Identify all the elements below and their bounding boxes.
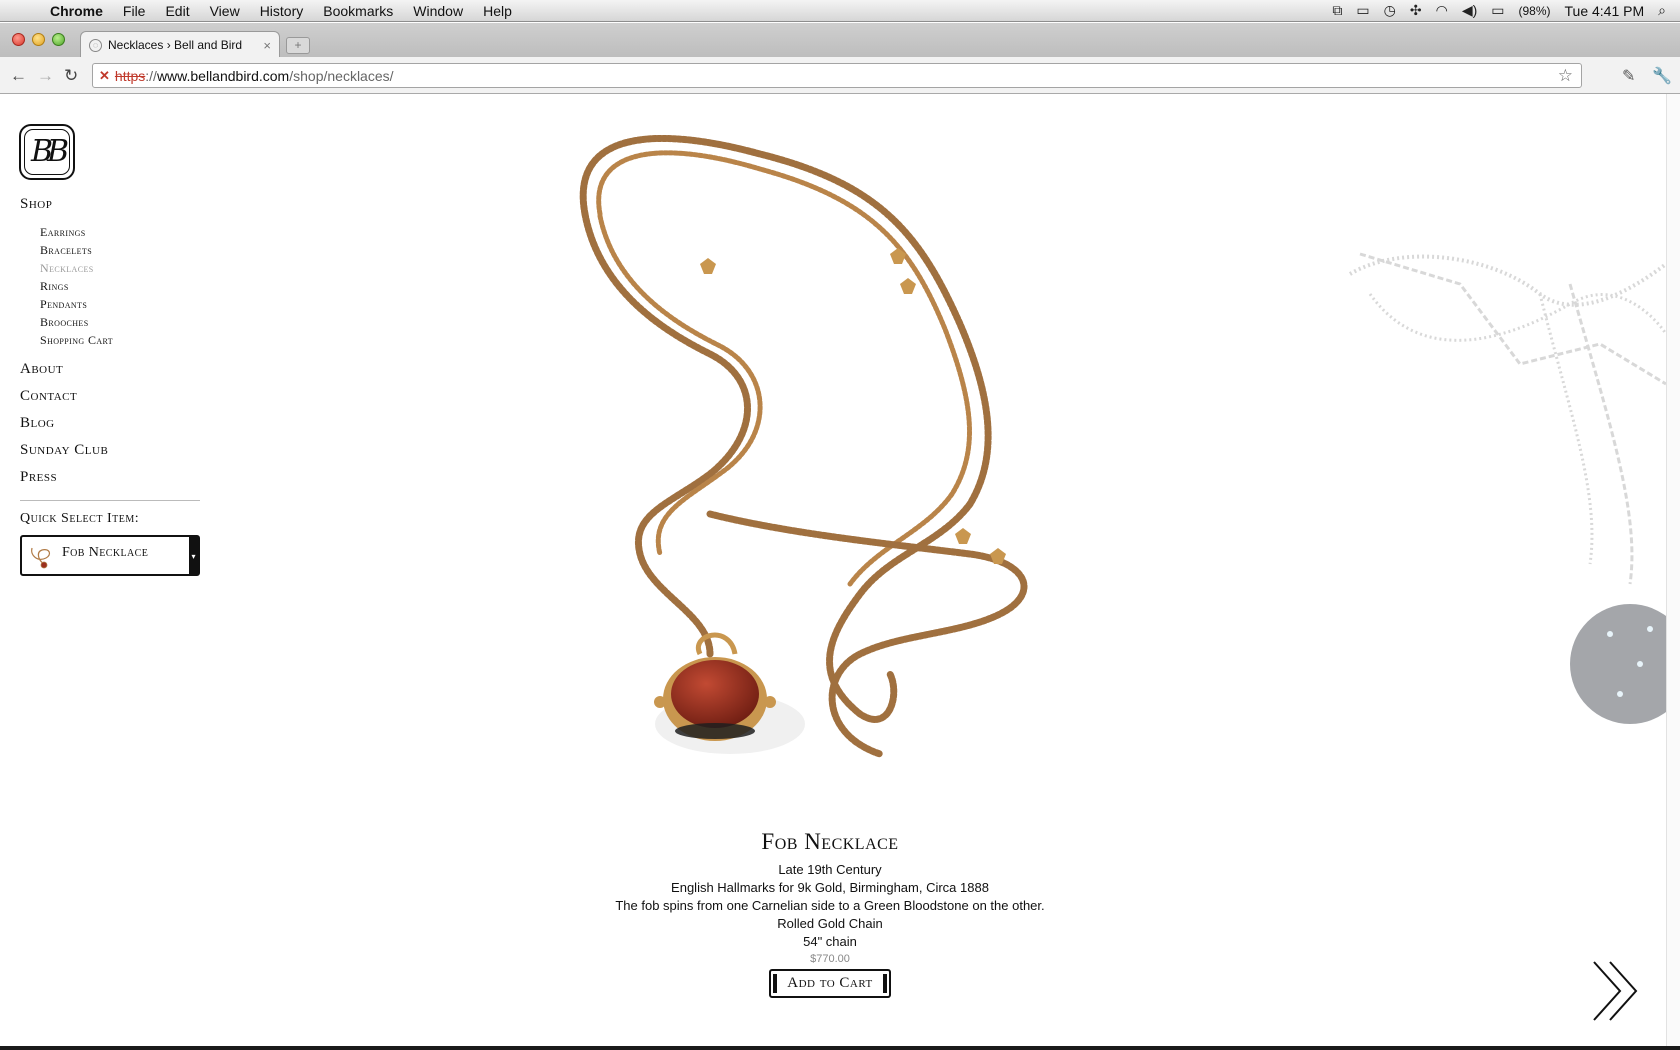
url-separator: :// xyxy=(145,67,157,84)
active-tab[interactable]: ◌ Necklaces › Bell and Bird × xyxy=(80,31,280,58)
zoom-window-button[interactable] xyxy=(52,33,65,46)
product-title: Fob Necklace xyxy=(761,829,899,854)
battery-icon[interactable]: ▭ xyxy=(1491,2,1504,19)
bluetooth-icon[interactable]: ✣ xyxy=(1410,2,1422,19)
wrench-icon[interactable]: 🔧 xyxy=(1652,66,1672,86)
display-icon[interactable]: ▭ xyxy=(1356,2,1369,19)
next-chevron-icon[interactable] xyxy=(1590,960,1644,1022)
nav-earrings[interactable]: Earrings xyxy=(40,225,200,243)
url-domain: www.bellandbird.com xyxy=(156,67,290,84)
quick-select-value: Fob Necklace xyxy=(62,545,149,560)
url-path: /shop/necklaces/ xyxy=(289,67,394,84)
menu-history[interactable]: History xyxy=(250,3,314,19)
address-bar[interactable]: ✕ https :// www.bellandbird.com /shop/ne… xyxy=(92,63,1582,88)
new-tab-button[interactable]: + xyxy=(286,37,310,54)
site-logo[interactable]: BB xyxy=(19,124,75,180)
shop-submenu: Earrings Bracelets Necklaces Rings Penda… xyxy=(40,225,200,351)
menu-bookmarks[interactable]: Bookmarks xyxy=(313,3,403,19)
back-arrow-icon[interactable]: ← xyxy=(10,66,27,86)
add-to-cart-button[interactable]: Add to Cart xyxy=(769,969,891,998)
nav-press[interactable]: Press xyxy=(20,469,200,496)
nav-shopping-cart[interactable]: Shopping Cart xyxy=(40,333,200,351)
battery-percent: (98%) xyxy=(1518,3,1551,18)
nav-divider xyxy=(20,500,200,501)
nav-necklaces[interactable]: Necklaces xyxy=(40,261,200,279)
window-bottom-edge xyxy=(0,1046,1680,1050)
menu-view[interactable]: View xyxy=(200,3,250,19)
nav-sunday-club[interactable]: Sunday Club xyxy=(20,442,200,469)
product-image[interactable] xyxy=(560,114,1080,804)
menu-file[interactable]: File xyxy=(113,3,156,19)
nav-shop[interactable]: Shop xyxy=(20,196,200,213)
product-info: Fob Necklace Late 19th Century English H… xyxy=(560,829,1100,998)
clock[interactable]: Tue 4:41 PM xyxy=(1565,3,1645,19)
time-machine-icon[interactable]: ◷ xyxy=(1384,2,1396,19)
page-content: BB Shop Earrings Bracelets Necklaces Rin… xyxy=(0,94,1666,1046)
nav-contact[interactable]: Contact xyxy=(20,388,200,415)
nav-about[interactable]: About xyxy=(20,361,200,388)
main-menu: About Contact Blog Sunday Club Press xyxy=(20,361,200,496)
globe-icon: ◌ xyxy=(89,38,102,52)
description-line: 54" chain xyxy=(803,934,857,949)
nav-rings[interactable]: Rings xyxy=(40,279,200,297)
tab-strip: ◌ Necklaces › Bell and Bird × + xyxy=(0,23,1680,58)
menu-help[interactable]: Help xyxy=(473,3,522,19)
nav-brooches[interactable]: Brooches xyxy=(40,315,200,333)
url-scheme: https xyxy=(114,67,146,84)
nav-blog[interactable]: Blog xyxy=(20,415,200,442)
logo-monogram: BB xyxy=(30,134,69,169)
quick-select-label: Quick Select Item: xyxy=(20,511,140,526)
dropbox-icon[interactable]: ⧉ xyxy=(1332,2,1342,19)
description-line: Late 19th Century xyxy=(778,862,882,877)
bookmark-star-icon[interactable]: ☆ xyxy=(1558,66,1573,86)
tab-title: Necklaces › Bell and Bird xyxy=(108,38,243,52)
nav-bracelets[interactable]: Bracelets xyxy=(40,243,200,261)
forward-arrow-icon[interactable]: → xyxy=(37,66,54,86)
quick-select-dropdown[interactable]: Fob Necklace ▾ xyxy=(20,535,200,576)
minimize-window-button[interactable] xyxy=(32,33,45,46)
volume-icon[interactable]: ◀) xyxy=(1462,2,1477,19)
nav-pendants[interactable]: Pendants xyxy=(40,297,200,315)
menu-edit[interactable]: Edit xyxy=(155,3,199,19)
insecure-lock-icon[interactable]: ✕ xyxy=(99,68,110,84)
close-tab-icon[interactable]: × xyxy=(263,38,271,53)
menu-app-name[interactable]: Chrome xyxy=(40,3,113,19)
product-price: $770.00 xyxy=(810,953,850,965)
eyedropper-extension-icon[interactable]: ✎ xyxy=(1622,66,1635,86)
wifi-icon[interactable]: ◠ xyxy=(1436,2,1448,19)
product-description: Late 19th Century English Hallmarks for … xyxy=(560,861,1100,951)
description-line: The fob spins from one Carnelian side to… xyxy=(615,898,1045,913)
dropdown-arrow-icon[interactable]: ▾ xyxy=(189,537,198,574)
browser-toolbar: ← → ↻ ✕ https :// www.bellandbird.com /s… xyxy=(0,57,1680,94)
menu-window[interactable]: Window xyxy=(403,3,473,19)
status-area: ⧉ ▭ ◷ ✣ ◠ ◀) ▭ (98%) Tue 4:41 PM ⌕ xyxy=(1332,2,1680,19)
sidebar-nav: Shop Earrings Bracelets Necklaces Rings … xyxy=(20,196,200,576)
necklace-thumbnail xyxy=(31,547,51,569)
reload-icon[interactable]: ↻ xyxy=(64,66,78,86)
scrollbar[interactable] xyxy=(1666,94,1680,1046)
description-line: Rolled Gold Chain xyxy=(777,916,883,931)
next-product-preview-image[interactable] xyxy=(1340,164,1666,784)
close-window-button[interactable] xyxy=(12,33,25,46)
menu-bar: Chrome File Edit View History Bookmarks … xyxy=(0,0,1680,22)
spotlight-icon[interactable]: ⌕ xyxy=(1658,2,1666,19)
description-line: English Hallmarks for 9k Gold, Birmingha… xyxy=(671,880,989,895)
